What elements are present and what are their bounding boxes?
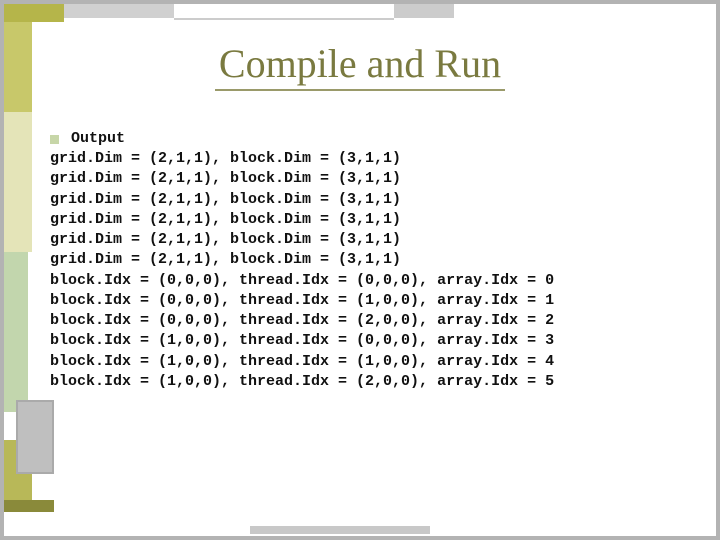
output-line: grid.Dim = (2,1,1), block.Dim = (3,1,1) bbox=[50, 149, 690, 169]
output-line: block.Idx = (0,0,0), thread.Idx = (2,0,0… bbox=[50, 311, 690, 331]
output-line: grid.Dim = (2,1,1), block.Dim = (3,1,1) bbox=[50, 230, 690, 250]
slide-title: Compile and Run bbox=[0, 40, 720, 91]
deco-block bbox=[394, 4, 454, 18]
output-line: block.Idx = (0,0,0), thread.Idx = (1,0,0… bbox=[50, 291, 690, 311]
output-line: grid.Dim = (2,1,1), block.Dim = (3,1,1) bbox=[50, 210, 690, 230]
output-line: grid.Dim = (2,1,1), block.Dim = (3,1,1) bbox=[50, 190, 690, 210]
content-area: Output grid.Dim = (2,1,1), block.Dim = (… bbox=[50, 130, 690, 392]
bullet-row: Output bbox=[50, 130, 690, 147]
deco-block bbox=[4, 252, 28, 412]
output-line: grid.Dim = (2,1,1), block.Dim = (3,1,1) bbox=[50, 250, 690, 270]
deco-block bbox=[250, 526, 430, 534]
deco-block bbox=[4, 4, 64, 22]
title-text: Compile and Run bbox=[215, 40, 505, 91]
output-line: grid.Dim = (2,1,1), block.Dim = (3,1,1) bbox=[50, 169, 690, 189]
deco-block bbox=[4, 112, 32, 252]
deco-block bbox=[4, 500, 54, 512]
deco-block bbox=[174, 4, 394, 20]
output-line: block.Idx = (1,0,0), thread.Idx = (2,0,0… bbox=[50, 372, 690, 392]
bullet-icon bbox=[50, 135, 59, 144]
output-line: block.Idx = (0,0,0), thread.Idx = (0,0,0… bbox=[50, 271, 690, 291]
deco-block bbox=[64, 4, 174, 18]
frame-bottom bbox=[0, 536, 720, 540]
slide: Compile and Run Output grid.Dim = (2,1,1… bbox=[0, 0, 720, 540]
output-line: block.Idx = (1,0,0), thread.Idx = (0,0,0… bbox=[50, 331, 690, 351]
bullet-label: Output bbox=[71, 130, 125, 147]
deco-block bbox=[16, 400, 54, 474]
output-line: block.Idx = (1,0,0), thread.Idx = (1,0,0… bbox=[50, 352, 690, 372]
output-block: grid.Dim = (2,1,1), block.Dim = (3,1,1) … bbox=[50, 149, 690, 392]
